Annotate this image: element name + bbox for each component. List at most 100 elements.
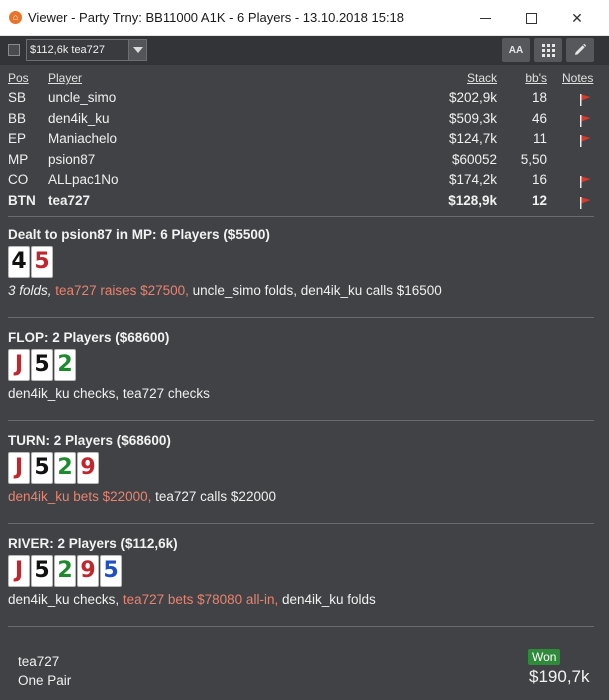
playing-card: 5 [31, 349, 53, 381]
window-title: Viewer - Party Trny: BB11000 A1K - 6 Pla… [28, 10, 405, 25]
note-flag-icon[interactable] [578, 175, 592, 189]
dropdown-arrow-button[interactable] [128, 40, 146, 60]
column-header-pos[interactable]: Pos [8, 71, 29, 85]
maximize-button[interactable] [508, 0, 554, 36]
player-stack: $509,3k [448, 110, 497, 126]
player-row[interactable]: CO ALLpac1No $174,2k 16 [0, 172, 609, 193]
close-button[interactable]: ✕ [554, 0, 600, 36]
toolbar: $112,6k tea727 AA [0, 36, 609, 65]
player-stack: $202,9k [448, 90, 497, 105]
player-position: BTN [8, 193, 36, 208]
player-bbs: 5,50 [520, 151, 547, 167]
player-name: Maniachelo [48, 131, 118, 147]
street-title: FLOP: 2 Players ($68600) [8, 330, 170, 345]
player-stack: $124,7k [448, 131, 497, 147]
player-bbs: 12 [531, 193, 547, 208]
winning-hand: One Pair [18, 673, 72, 688]
player-row[interactable]: SB uncle_simo $202,9k 18 [0, 90, 609, 111]
playing-card: 5 [100, 555, 122, 587]
maximize-icon [525, 12, 537, 24]
player-bbs: 46 [531, 110, 547, 126]
note-flag-icon[interactable] [578, 93, 592, 107]
player-row[interactable]: EP Maniachelo $124,7k 11 [0, 131, 609, 152]
column-header-notes[interactable]: Notes [562, 71, 593, 85]
note-flag-icon[interactable] [578, 134, 592, 148]
player-position: BB [8, 110, 27, 126]
playing-card: 2 [54, 555, 76, 587]
action-text: uncle_simo folds, den4ik_ku calls $16500 [192, 283, 442, 298]
player-row[interactable]: MP psion87 $60052 5,50 [0, 152, 609, 173]
column-header-player[interactable]: Player [48, 71, 82, 85]
edit-note-button[interactable] [566, 38, 594, 62]
card-row: J5295 [8, 555, 122, 587]
divider [8, 216, 594, 217]
street-action: den4ik_ku checks, tea727 checks [8, 386, 210, 401]
select-hand-checkbox[interactable] [8, 44, 20, 56]
app-logo-icon: ⌂ [9, 11, 22, 24]
street-title: TURN: 2 Players ($68600) [8, 433, 171, 448]
chevron-down-icon [132, 47, 143, 53]
action-text: den4ik_ku folds [281, 592, 376, 607]
player-name: uncle_simo [48, 90, 117, 105]
column-header-bbs[interactable]: bb's [525, 71, 547, 85]
divider [8, 420, 594, 421]
divider [8, 523, 594, 524]
player-position: SB [8, 90, 27, 105]
minimize-button[interactable] [462, 0, 508, 36]
note-flag-icon[interactable] [578, 114, 592, 128]
note-flag-icon[interactable] [578, 196, 592, 210]
player-stack: $60052 [451, 151, 497, 167]
playing-card: 4 [8, 246, 30, 278]
close-icon: ✕ [571, 9, 583, 26]
player-bbs: 18 [531, 90, 547, 105]
playing-card: 2 [54, 452, 76, 484]
grid-view-button[interactable] [534, 38, 562, 62]
player-position: CO [8, 172, 29, 188]
player-name: ALLpac1No [48, 172, 119, 188]
playing-card: J [8, 349, 30, 381]
hand-select-value: $112,6k tea727 [30, 44, 106, 56]
action-text: 3 folds, [8, 283, 56, 298]
playing-card: J [8, 452, 30, 484]
divider [8, 626, 594, 627]
card-row: 45 [8, 246, 53, 278]
card-row: J529 [8, 452, 99, 484]
playing-card: 5 [31, 555, 53, 587]
player-name: psion87 [48, 151, 96, 167]
column-header-stack[interactable]: Stack [467, 71, 497, 85]
card-row: J52 [8, 349, 76, 381]
winner-name: tea727 [18, 654, 60, 669]
street-action: 3 folds, tea727 raises $27500, uncle_sim… [8, 283, 442, 298]
street-action: den4ik_ku checks, tea727 bets $78080 all… [8, 592, 376, 607]
player-row[interactable]: BTN tea727 $128,9k 12 [0, 193, 609, 214]
action-text: den4ik_ku checks, [8, 592, 123, 607]
action-text: tea727 bets $78080 all-in, [122, 592, 282, 607]
player-bbs: 11 [532, 131, 547, 147]
player-name: den4ik_ku [48, 110, 110, 126]
player-stack: $174,2k [448, 172, 497, 188]
player-name: tea727 [48, 193, 91, 208]
font-size-icon: AA [508, 44, 524, 56]
won-amount: $190,7k [529, 667, 590, 686]
minimize-icon [479, 17, 491, 19]
player-bbs: 16 [531, 172, 547, 188]
hand-viewer-panel: $112,6k tea727 AA Pos Player Stack bb's … [0, 36, 609, 700]
hand-select-dropdown[interactable]: $112,6k tea727 [26, 39, 147, 61]
player-stack: $128,9k [448, 193, 497, 208]
divider [8, 317, 594, 318]
action-text: den4ik_ku checks, tea727 checks [8, 386, 210, 401]
street-title: Dealt to psion87 in MP: 6 Players ($5500… [8, 227, 270, 242]
player-position: EP [8, 131, 27, 147]
playing-card: 9 [77, 555, 99, 587]
window-title-bar: ⌂ Viewer - Party Trny: BB11000 A1K - 6 P… [0, 0, 609, 36]
playing-card: J [8, 555, 30, 587]
player-position: MP [8, 151, 29, 167]
playing-card: 5 [31, 246, 53, 278]
street-action: den4ik_ku bets $22000, tea727 calls $220… [8, 489, 276, 504]
action-text: tea727 raises $27500, [55, 283, 193, 298]
player-row[interactable]: BB den4ik_ku $509,3k 46 [0, 111, 609, 132]
font-size-button[interactable]: AA [502, 38, 530, 62]
won-badge: Won [528, 649, 561, 665]
playing-card: 9 [77, 452, 99, 484]
action-text: den4ik_ku bets $22000, [8, 489, 156, 504]
